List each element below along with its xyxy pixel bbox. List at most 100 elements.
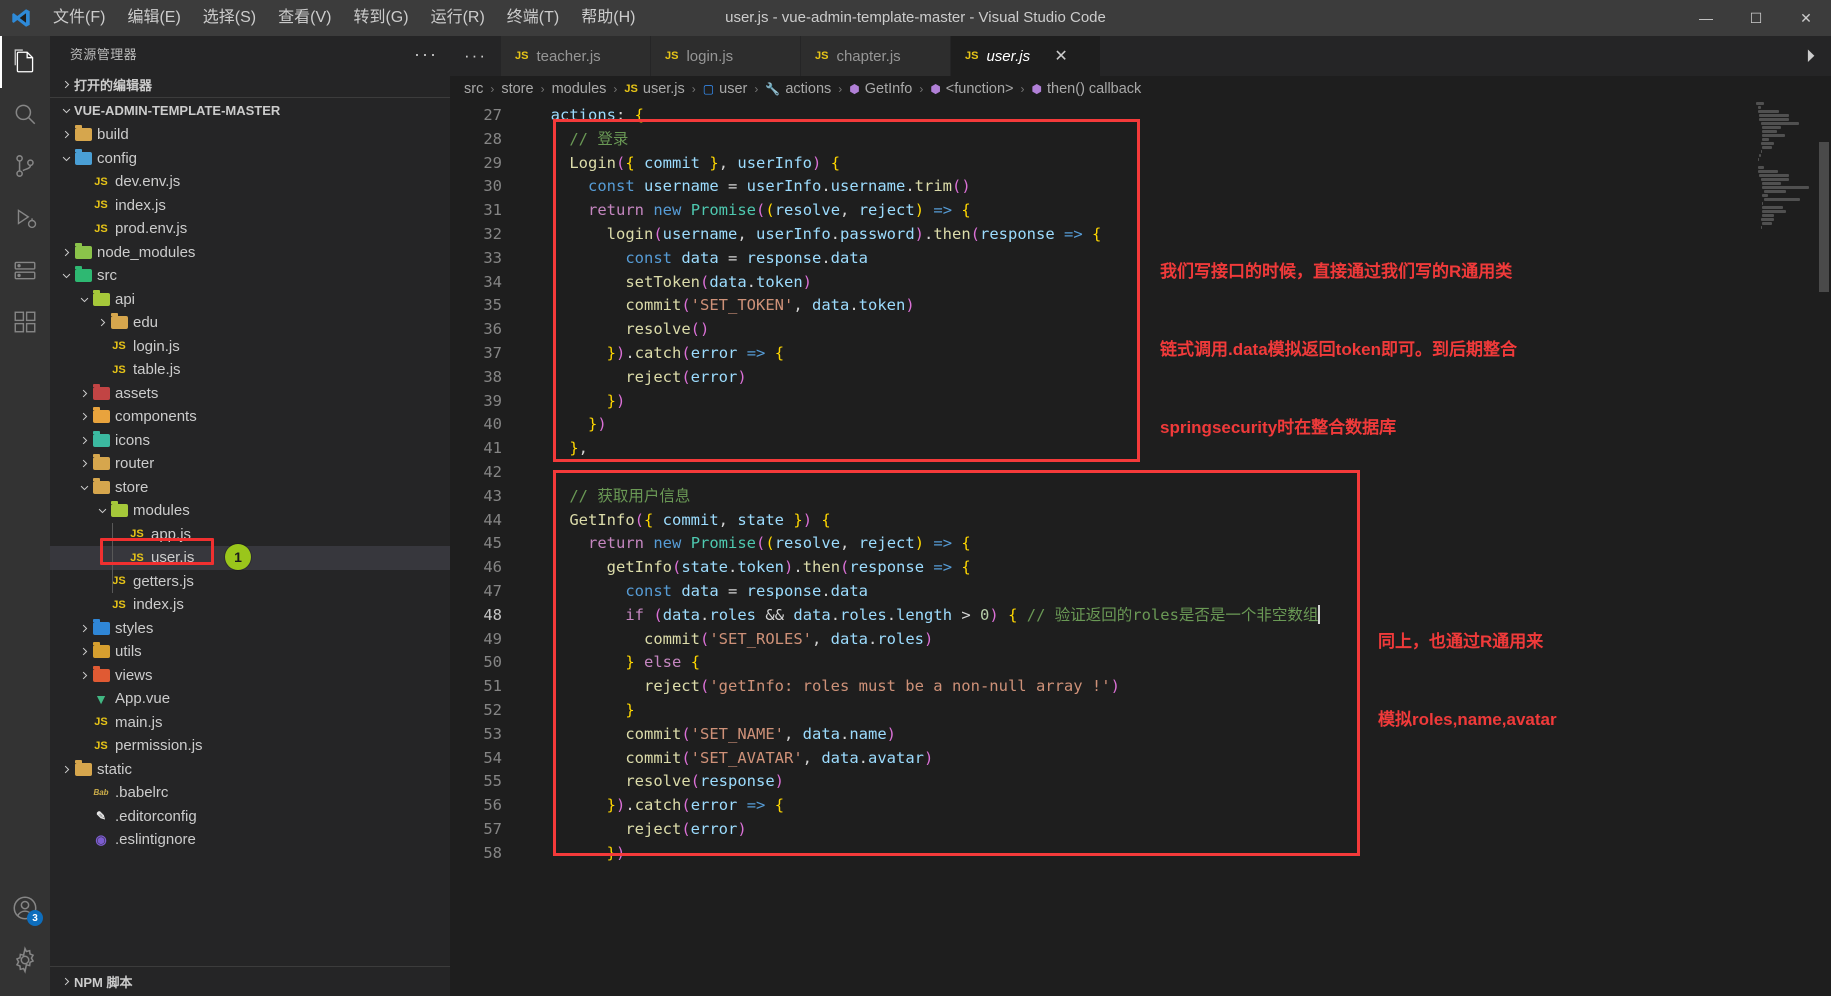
remote-explorer-icon[interactable]	[0, 244, 50, 296]
tab-teacher-js[interactable]: JS teacher.js	[500, 36, 651, 76]
tree-item-main-js[interactable]: JS main.js	[50, 711, 450, 735]
code-line-28[interactable]: // 登录	[528, 128, 1831, 152]
code-line-49[interactable]: commit('SET_ROLES', data.roles)	[528, 628, 1831, 652]
maximize-button[interactable]: ☐	[1731, 0, 1781, 36]
tree-item-config[interactable]: config	[50, 147, 450, 171]
tree-item-permission-js[interactable]: JS permission.js	[50, 734, 450, 758]
chevron-right-icon[interactable]	[76, 667, 92, 683]
tree-item-static[interactable]: static	[50, 758, 450, 782]
code-line-46[interactable]: getInfo(state.token).then(response => {	[528, 556, 1831, 580]
chevron-right-icon[interactable]	[94, 315, 110, 331]
explorer-icon[interactable]	[0, 36, 50, 88]
code-line-30[interactable]: const username = userInfo.username.trim(…	[528, 175, 1831, 199]
gear-icon[interactable]	[0, 934, 50, 986]
search-icon[interactable]	[0, 88, 50, 140]
tree-item-modules[interactable]: modules	[50, 499, 450, 523]
source-control-icon[interactable]	[0, 140, 50, 192]
tree-item-src[interactable]: src	[50, 264, 450, 288]
code-line-44[interactable]: GetInfo({ commit, state }) {	[528, 509, 1831, 533]
tab-login-js[interactable]: JS login.js	[650, 36, 801, 76]
chevron-right-icon[interactable]	[58, 761, 74, 777]
close-button[interactable]: ✕	[1781, 0, 1831, 36]
open-editors-section[interactable]: 打开的编辑器	[50, 71, 450, 97]
code-line-51[interactable]: reject('getInfo: roles must be a non-nul…	[528, 675, 1831, 699]
tree-item-node-modules[interactable]: node_modules	[50, 241, 450, 265]
menu-selection[interactable]: 选择(S)	[192, 0, 267, 36]
code-line-50[interactable]: } else {	[528, 651, 1831, 675]
breadcrumb-item-actions[interactable]: 🔧 actions	[765, 81, 831, 97]
tree-item-getters-js[interactable]: JS getters.js	[50, 570, 450, 594]
tree-item--babelrc[interactable]: Bab .babelrc	[50, 781, 450, 805]
minimize-button[interactable]: —	[1681, 0, 1731, 36]
project-section[interactable]: VUE-ADMIN-TEMPLATE-MASTER	[50, 97, 450, 123]
chevron-down-icon[interactable]	[58, 150, 74, 166]
code-line-27[interactable]: actions: {	[528, 104, 1831, 128]
tree-item-dev-env-js[interactable]: JS dev.env.js	[50, 170, 450, 194]
extensions-icon[interactable]	[0, 296, 50, 348]
vertical-scrollbar[interactable]	[1817, 102, 1831, 996]
tree-item-build[interactable]: build	[50, 123, 450, 147]
run-debug-icon[interactable]	[0, 192, 50, 244]
tree-item-index-js[interactable]: JS index.js	[50, 593, 450, 617]
code-editor[interactable]: 27 28 29 30 31 32 33 34 35 36 37 38 39 40 41 42 43 44 45 46…	[450, 102, 1831, 996]
code-line-29[interactable]: Login({ commit }, userInfo) {	[528, 152, 1831, 176]
minimap[interactable]	[1755, 102, 1817, 996]
explorer-more-actions-icon[interactable]: ···	[414, 45, 438, 63]
tree-item-assets[interactable]: assets	[50, 382, 450, 406]
tree-item-app-js[interactable]: JS app.js	[50, 523, 450, 547]
tree-item-views[interactable]: views	[50, 664, 450, 688]
chevron-down-icon[interactable]	[76, 291, 92, 307]
code-line-47[interactable]: const data = response.data	[528, 580, 1831, 604]
code-line-56[interactable]: }).catch(error => {	[528, 794, 1831, 818]
chevron-right-icon[interactable]	[76, 409, 92, 425]
tree-item-api[interactable]: api	[50, 288, 450, 312]
tree-item-utils[interactable]: utils	[50, 640, 450, 664]
breadcrumb-item-user[interactable]: ▢ user	[703, 81, 748, 97]
code-line-52[interactable]: }	[528, 699, 1831, 723]
breadcrumb-item-then---callback[interactable]: ⬢ then() callback	[1032, 81, 1142, 97]
tab-close-icon[interactable]: ✕	[1052, 46, 1070, 66]
menu-terminal[interactable]: 终端(T)	[496, 0, 570, 36]
menu-file[interactable]: 文件(F)	[42, 0, 116, 36]
chevron-right-icon[interactable]	[76, 644, 92, 660]
tree-item-index-js[interactable]: JS index.js	[50, 194, 450, 218]
breadcrumb-item--function-[interactable]: ⬢ <function>	[930, 81, 1013, 97]
tree-item-icons[interactable]: icons	[50, 429, 450, 453]
chevron-right-icon[interactable]	[76, 385, 92, 401]
tree-item-login-js[interactable]: JS login.js	[50, 335, 450, 359]
breadcrumb-item-src[interactable]: src	[464, 81, 483, 97]
tree-item--eslintignore[interactable]: ◉ .eslintignore	[50, 828, 450, 852]
chevron-down-icon[interactable]	[94, 503, 110, 519]
menu-view[interactable]: 查看(V)	[267, 0, 342, 36]
run-file-icon[interactable]: ⏵	[1806, 46, 1815, 67]
tree-item-prod-env-js[interactable]: JS prod.env.js	[50, 217, 450, 241]
editor-overflow-icon[interactable]: ···	[450, 36, 501, 76]
menu-edit[interactable]: 编辑(E)	[116, 0, 191, 36]
code-line-54[interactable]: commit('SET_AVATAR', data.avatar)	[528, 747, 1831, 771]
tree-item-table-js[interactable]: JS table.js	[50, 358, 450, 382]
code-line-55[interactable]: resolve(response)	[528, 770, 1831, 794]
tree-item--editorconfig[interactable]: ✎ .editorconfig	[50, 805, 450, 829]
tree-item-styles[interactable]: styles	[50, 617, 450, 641]
tree-item-app-vue[interactable]: ▼ App.vue	[50, 687, 450, 711]
tab-user-js[interactable]: JS user.js ✕	[950, 36, 1101, 76]
accounts-icon[interactable]: 3	[0, 882, 50, 934]
npm-scripts-section[interactable]: NPM 脚本	[50, 966, 450, 996]
code-line-48[interactable]: if (data.roles && data.roles.length > 0)…	[528, 604, 1831, 628]
chevron-right-icon[interactable]	[76, 620, 92, 636]
code-line-58[interactable]: })	[528, 842, 1831, 866]
tree-item-edu[interactable]: edu	[50, 311, 450, 335]
menu-help[interactable]: 帮助(H)	[570, 0, 646, 36]
code-line-45[interactable]: return new Promise((resolve, reject) => …	[528, 532, 1831, 556]
chevron-down-icon[interactable]	[58, 268, 74, 284]
chevron-down-icon[interactable]	[76, 479, 92, 495]
tree-item-components[interactable]: components	[50, 405, 450, 429]
tree-item-store[interactable]: store	[50, 476, 450, 500]
chevron-right-icon[interactable]	[76, 432, 92, 448]
menu-run[interactable]: 运行(R)	[420, 0, 496, 36]
tree-item-router[interactable]: router	[50, 452, 450, 476]
breadcrumb-item-store[interactable]: store	[501, 81, 533, 97]
code-line-53[interactable]: commit('SET_NAME', data.name)	[528, 723, 1831, 747]
code-line-57[interactable]: reject(error)	[528, 818, 1831, 842]
menu-go[interactable]: 转到(G)	[342, 0, 419, 36]
